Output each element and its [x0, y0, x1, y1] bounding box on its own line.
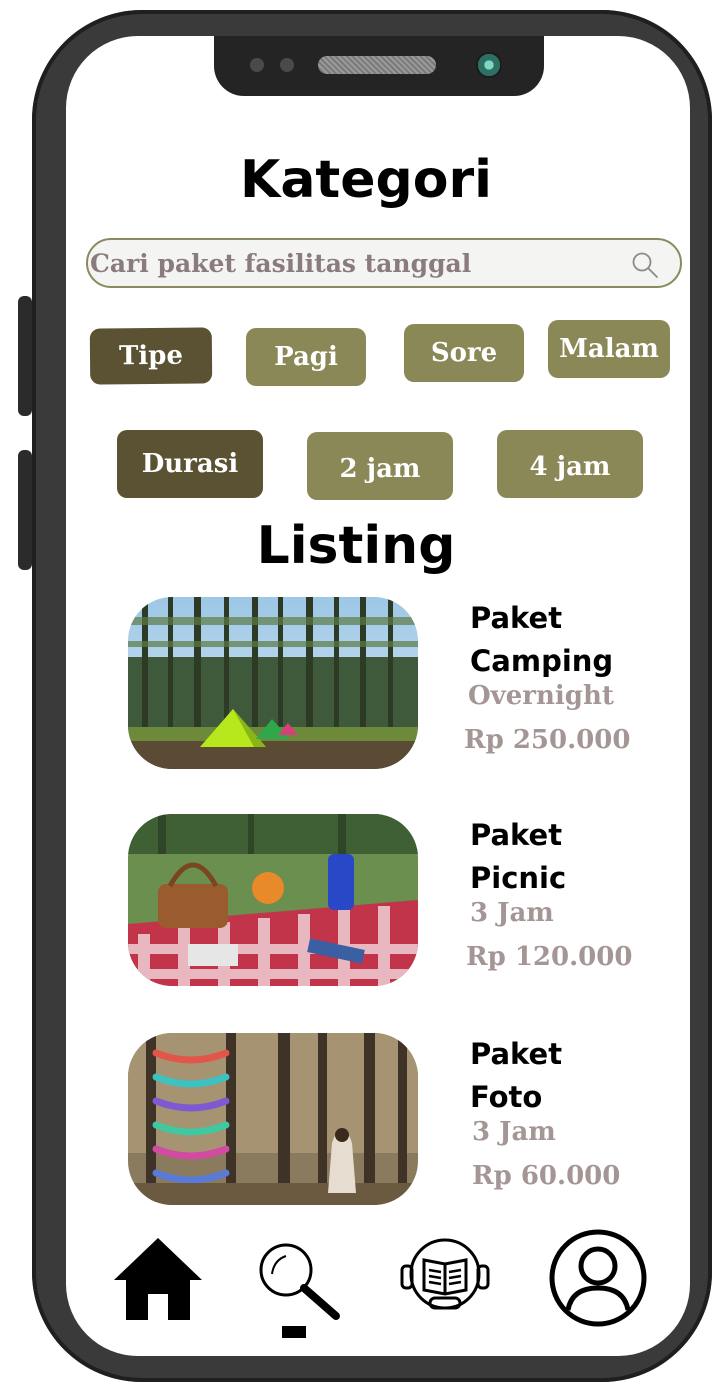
listing-title-camping: Paket Camping: [470, 597, 650, 683]
filter-label-tipe: Tipe: [89, 327, 213, 385]
listing-title-line: Paket: [470, 818, 563, 852]
listing-duration-foto: 3 Jam: [472, 1117, 556, 1147]
listing-price-foto: Rp 60.000: [472, 1161, 621, 1191]
filter-chip-sore[interactable]: Sore: [404, 324, 524, 382]
sensor-dot: [250, 58, 264, 72]
listing-title-line: Paket: [470, 601, 563, 635]
listing-duration-camping: Overnight: [468, 681, 614, 711]
phone-notch: [214, 36, 544, 96]
listing-item-foto[interactable]: Paket Foto 3 Jam Rp 60.000: [128, 1033, 628, 1213]
listing-image-camping[interactable]: [128, 597, 418, 769]
listing-item-picnic[interactable]: Paket Picnic 3 Jam Rp 120.000: [128, 814, 632, 994]
volume-up-button: [18, 296, 32, 416]
front-camera: [476, 52, 502, 78]
filter-chip-pagi[interactable]: Pagi: [246, 328, 366, 386]
listing-price-picnic: Rp 120.000: [466, 942, 633, 972]
profile-icon[interactable]: [548, 1228, 648, 1328]
camping-forest-image: [128, 597, 418, 769]
listing-title-line: Paket: [470, 1037, 563, 1071]
listing-image-picnic[interactable]: [128, 814, 418, 986]
listing-title-line: Picnic: [470, 861, 567, 895]
filter-chip-2-jam[interactable]: 2 jam: [307, 432, 453, 500]
search-bar[interactable]: [86, 238, 682, 288]
home-icon[interactable]: [112, 1236, 204, 1322]
hammock-forest-image: [128, 1033, 418, 1205]
listing-heading: Listing: [256, 516, 456, 576]
filter-label-durasi: Durasi: [117, 430, 263, 498]
filter-chip-malam[interactable]: Malam: [548, 320, 670, 378]
listing-duration-picnic: 3 Jam: [470, 898, 554, 928]
speaker-grille: [318, 56, 436, 74]
search-input[interactable]: [90, 244, 610, 282]
listing-price-camping: Rp 250.000: [464, 725, 631, 755]
listing-title-picnic: Paket Picnic: [470, 814, 650, 900]
listing-title-foto: Paket Foto: [470, 1033, 650, 1119]
listing-item-camping[interactable]: Paket Camping Overnight Rp 250.000: [128, 597, 631, 777]
page-title: Kategori: [240, 150, 492, 210]
search-icon[interactable]: [256, 1240, 342, 1320]
guide-book-icon[interactable]: [396, 1234, 494, 1316]
listing-title-line: Camping: [470, 644, 614, 678]
listing-image-foto[interactable]: [128, 1033, 418, 1205]
picnic-blanket-image: [128, 814, 418, 986]
sensor-dot: [280, 58, 294, 72]
active-tab-indicator: [282, 1326, 306, 1338]
filter-chip-4-jam[interactable]: 4 jam: [497, 430, 643, 498]
search-icon[interactable]: [630, 250, 660, 280]
listing-title-line: Foto: [470, 1080, 543, 1114]
